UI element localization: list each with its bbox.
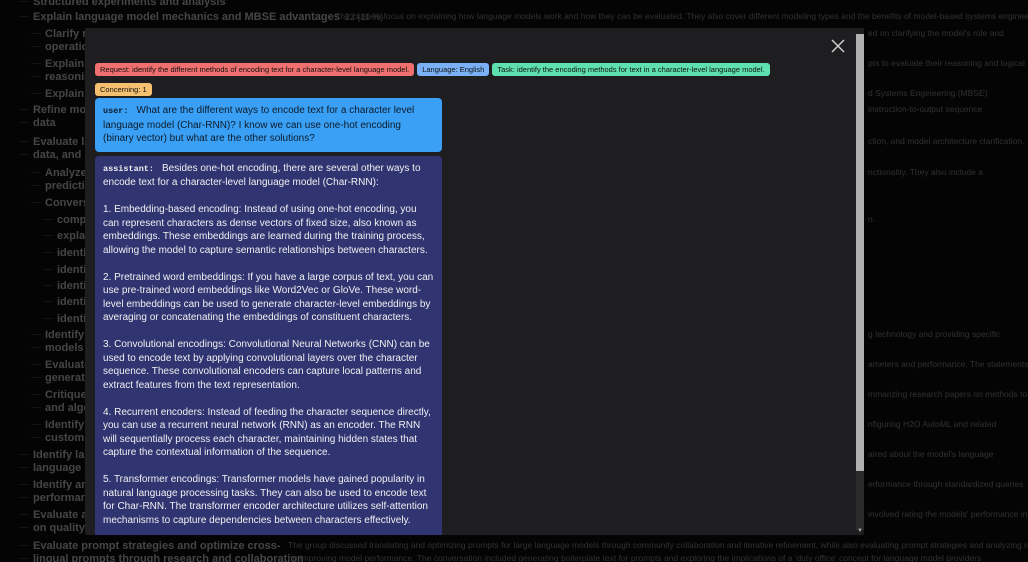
close-icon[interactable] (830, 38, 846, 54)
tag-badge: Language: English (417, 63, 490, 76)
assistant-role-label: assistant: (103, 163, 155, 174)
assistant-message: assistant: Besides one-hot encoding, ther… (95, 155, 442, 535)
assistant-paragraph: 4. Recurrent encoders: Instead of feedin… (103, 406, 431, 459)
assistant-intro: assistant: Besides one-hot encoding, ther… (103, 162, 434, 190)
user-role-label: user: (103, 106, 129, 116)
assistant-paragraph: 2. Pretrained word embeddings: If you ha… (103, 271, 434, 324)
tag-badge: Request: identify the different methods … (95, 63, 415, 76)
conversation-modal: Request: identify the different methods … (85, 28, 864, 535)
tag-list: Request: identify the different methods … (95, 59, 844, 99)
scrollbar-thumb[interactable] (856, 34, 864, 471)
scroll-down-arrow-icon[interactable]: ▼ (856, 527, 864, 535)
user-message-text: What are the different ways to encode te… (103, 105, 415, 144)
tag-badge: Concerning: 1 (95, 83, 152, 96)
tag-badge: Task: identify the encoding methods for … (492, 63, 770, 76)
assistant-paragraph: 5. Transformer encodings: Transformer mo… (103, 474, 428, 526)
assistant-paragraph: 3. Convolutional encodings: Convolutiona… (103, 339, 430, 391)
assistant-paragraph: 1. Embedding-based encoding: Instead of … (103, 204, 428, 256)
user-message: user: What are the different ways to enco… (95, 98, 442, 152)
chat-transcript: user: What are the different ways to enco… (95, 98, 442, 535)
